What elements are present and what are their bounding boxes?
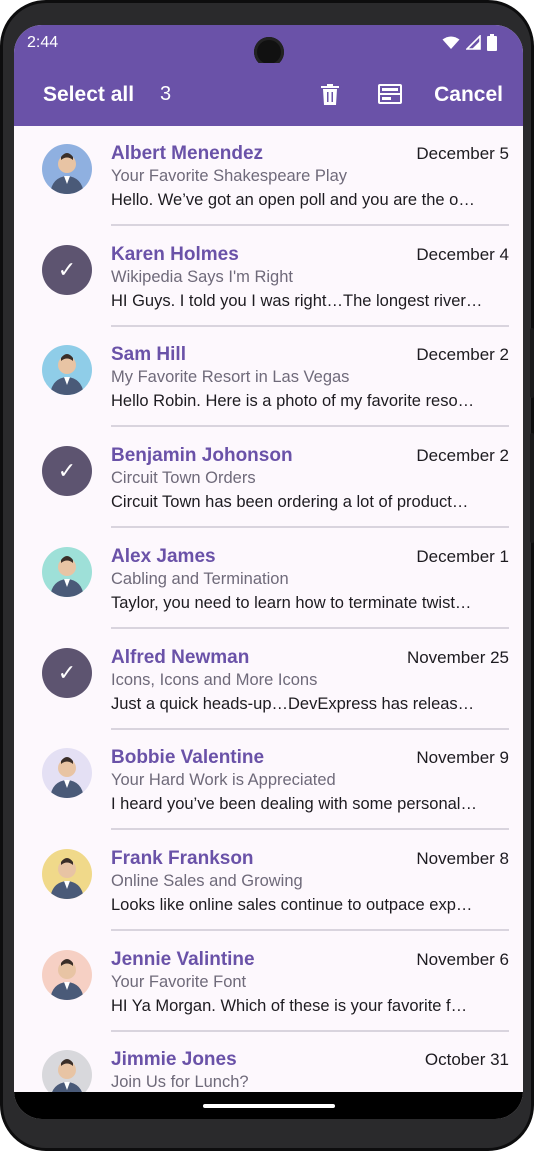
avatar[interactable] xyxy=(42,345,92,396)
sender-name: Bobbie Valentine xyxy=(111,747,265,769)
avatar[interactable] xyxy=(42,949,92,1000)
archive-icon xyxy=(378,84,402,104)
email-subject: Wikipedia Says I'm Right xyxy=(111,267,293,286)
sender-name: Albert Menendez xyxy=(111,143,264,164)
email-preview: Looks like online sales continue to outp… xyxy=(111,895,473,914)
divider xyxy=(111,526,509,529)
person-icon xyxy=(50,555,84,597)
cancel-button[interactable]: Cancel xyxy=(434,83,503,107)
divider xyxy=(111,1029,509,1032)
person-icon xyxy=(50,757,84,799)
wifi-icon xyxy=(442,36,460,49)
divider xyxy=(111,828,509,831)
email-list-item[interactable]: Jennie Valintine November 6 Your Favorite … xyxy=(14,932,523,1032)
email-preview: Hello Robin. Here is a photo of my favor… xyxy=(111,392,475,411)
divider xyxy=(111,425,509,428)
divider xyxy=(111,224,509,226)
email-date: December 2 xyxy=(416,446,509,466)
email-subject: Your Favorite Font xyxy=(111,972,247,991)
email-date: December 4 xyxy=(416,244,509,264)
volume-button xyxy=(530,433,534,543)
trash-icon xyxy=(321,83,339,105)
email-preview: Hello. We’ve got an open poll and you ar… xyxy=(111,191,475,209)
checkmark-icon[interactable]: ✓ xyxy=(42,647,92,698)
status-icons xyxy=(442,34,497,51)
email-subject: My Favorite Resort in Las Vegas xyxy=(111,368,350,387)
email-list-item[interactable]: Albert Menendez December 5 Your Favorite S… xyxy=(14,126,523,226)
divider xyxy=(111,626,509,629)
email-preview: Taylor, you need to learn how to termina… xyxy=(111,593,472,612)
email-preview: HI Guys. I told you I was right…The long… xyxy=(111,291,483,310)
email-date: November 6 xyxy=(416,949,509,969)
sender-name: Alfred Newman xyxy=(111,646,250,668)
email-subject: Online Sales and Growing xyxy=(111,871,303,890)
sender-name: Alex James xyxy=(111,545,216,567)
status-time: 2:44 xyxy=(27,34,59,51)
person-icon xyxy=(50,354,84,396)
email-subject: Circuit Town Orders xyxy=(111,469,256,488)
email-subject: Your Hard Work is Appreciated xyxy=(111,771,336,790)
email-preview: Just a quick heads-up…DevExpress has rel… xyxy=(111,694,483,713)
email-preview: Circuit Town has been ordering a lot of … xyxy=(111,493,469,512)
divider xyxy=(111,324,509,327)
email-date: December 1 xyxy=(416,546,509,566)
email-list-item[interactable]: ✓ Karen Holmes December 4 Wikipedia Says I'… xyxy=(14,227,523,327)
power-button xyxy=(530,328,534,398)
sender-name: Karen Holmes xyxy=(111,243,239,265)
person-icon xyxy=(50,857,84,899)
checkmark-icon[interactable]: ✓ xyxy=(42,244,92,295)
divider xyxy=(111,928,509,931)
signal-icon xyxy=(466,35,481,50)
email-date: November 9 xyxy=(416,748,509,768)
email-subject: Join Us for Lunch? xyxy=(111,1073,249,1092)
delete-button[interactable] xyxy=(314,78,346,110)
email-list-item[interactable]: ✓ Benjamin Johonson December 2 Circuit Town… xyxy=(14,428,523,529)
selection-app-bar: Select all 3 Cancel xyxy=(14,63,523,126)
avatar[interactable] xyxy=(42,748,92,799)
person-icon xyxy=(50,153,84,194)
email-date: November 8 xyxy=(416,848,509,868)
email-date: November 25 xyxy=(406,647,509,667)
navigation-bar xyxy=(14,1092,523,1119)
email-date: December 2 xyxy=(416,345,509,365)
email-subject: Cabling and Termination xyxy=(111,569,289,588)
email-date: December 5 xyxy=(416,144,509,163)
phone-frame: 2:44 Select all 3 Cancel Albert Menendez… xyxy=(0,0,534,1151)
sender-name: Benjamin Johonson xyxy=(111,445,293,467)
email-list-item[interactable]: Frank Frankson November 8 Online Sales and… xyxy=(14,831,523,931)
status-bar: 2:44 xyxy=(14,25,523,67)
checkmark-icon[interactable]: ✓ xyxy=(42,446,92,497)
email-preview: HI Ya Morgan. Which of these is your fav… xyxy=(111,996,468,1015)
avatar[interactable] xyxy=(42,546,92,597)
sender-name: Frank Frankson xyxy=(111,847,254,869)
sender-name: Jimmie Jones xyxy=(111,1049,237,1071)
archive-button[interactable] xyxy=(374,78,406,110)
sender-name: Sam Hill xyxy=(111,344,186,366)
avatar[interactable] xyxy=(42,848,92,899)
screen: 2:44 Select all 3 Cancel Albert Menendez… xyxy=(14,25,523,1119)
email-date: October 31 xyxy=(424,1050,509,1070)
home-indicator[interactable] xyxy=(203,1104,335,1108)
email-list[interactable]: Albert Menendez December 5 Your Favorite S… xyxy=(14,126,523,1119)
email-subject: Icons, Icons and More Icons xyxy=(111,670,318,689)
email-list-item[interactable]: Alex James December 1 Cabling and Terminat… xyxy=(14,529,523,629)
sender-name: Jennie Valintine xyxy=(111,948,255,970)
divider xyxy=(111,727,509,730)
email-preview: I heard you’ve been dealing with some pe… xyxy=(111,795,477,814)
email-list-item[interactable]: Sam Hill December 2 My Favorite Resort in … xyxy=(14,327,523,428)
email-list-item[interactable]: ✓ Alfred Newman November 25 Icons, Icons an… xyxy=(14,630,523,730)
person-icon xyxy=(50,958,84,1000)
avatar[interactable] xyxy=(42,144,92,194)
battery-icon xyxy=(487,34,497,51)
selected-count: 3 xyxy=(160,83,172,105)
email-subject: Your Favorite Shakespeare Play xyxy=(111,167,348,185)
select-all-button[interactable]: Select all xyxy=(43,83,134,107)
email-list-item[interactable]: Bobbie Valentine November 9 Your Hard Work… xyxy=(14,730,523,831)
